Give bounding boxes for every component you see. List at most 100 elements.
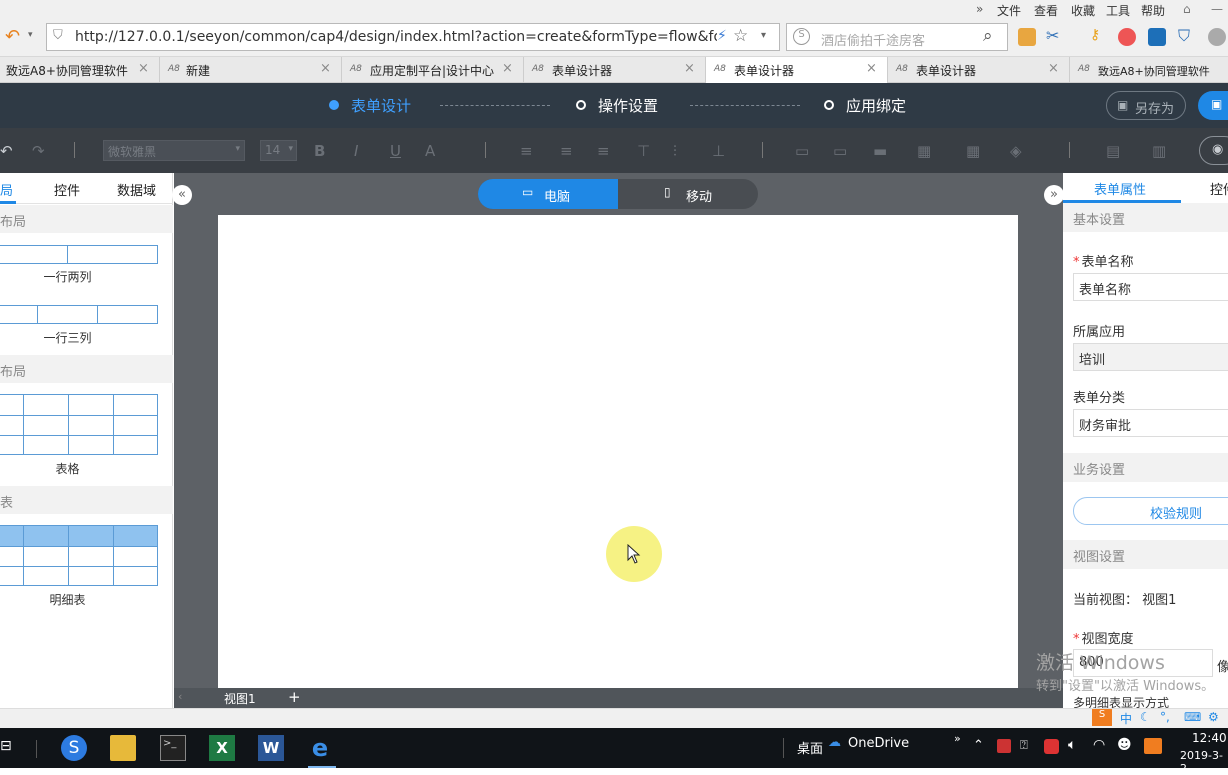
- tray-ime-icon[interactable]: [1144, 738, 1162, 754]
- menu-tools[interactable]: 工具: [1106, 2, 1130, 19]
- back-dropdown-icon[interactable]: ▾: [28, 30, 33, 40]
- clock-date[interactable]: 2019-3-2: [1180, 749, 1228, 775]
- underline-icon[interactable]: U: [390, 142, 401, 160]
- ime-keyboard-icon[interactable]: ⌨: [1184, 710, 1201, 724]
- step-app-binding[interactable]: 应用绑定: [824, 95, 906, 116]
- collapse-left-icon[interactable]: «: [172, 185, 192, 205]
- close-icon[interactable]: ×: [138, 61, 149, 76]
- step-operation-settings[interactable]: 操作设置: [576, 95, 658, 116]
- address-bar[interactable]: ⛉ http://127.0.0.1/seeyon/common/cap4/de…: [46, 23, 780, 51]
- clear-format-icon[interactable]: ◈: [1010, 142, 1022, 160]
- scroll-left-icon[interactable]: ‹: [178, 690, 182, 703]
- task-view-icon[interactable]: ⊟: [0, 738, 12, 754]
- valign-bottom-icon[interactable]: ⊥: [712, 142, 725, 160]
- add-view-icon[interactable]: +: [288, 688, 301, 706]
- font-color-icon[interactable]: A: [425, 142, 435, 160]
- search-engine-icon[interactable]: S: [793, 28, 810, 45]
- favorite-star-icon[interactable]: ☆: [733, 26, 748, 46]
- menu-help[interactable]: 帮助: [1141, 2, 1165, 19]
- form-name-input[interactable]: 表单名称: [1073, 273, 1228, 301]
- url-dropdown-icon[interactable]: ▾: [761, 30, 766, 41]
- minimize-icon[interactable]: —: [1211, 2, 1223, 16]
- clock-time[interactable]: 12:40: [1192, 731, 1227, 745]
- browser-tab[interactable]: 致远A8+协同管理软件 ×: [0, 57, 160, 83]
- shield-icon[interactable]: ⛉: [1178, 26, 1190, 46]
- onedrive-label[interactable]: OneDrive: [848, 736, 909, 751]
- layout-two-column-thumb[interactable]: [0, 245, 158, 264]
- skin-icon[interactable]: ⌂: [1183, 2, 1191, 16]
- view-tab[interactable]: 视图1: [224, 690, 256, 707]
- insert-column-icon[interactable]: ▥: [1152, 142, 1166, 160]
- menu-file[interactable]: 文件: [997, 2, 1021, 19]
- tab-controls[interactable]: 控件: [54, 180, 80, 199]
- save-button[interactable]: ▣: [1198, 91, 1228, 120]
- browser-tab[interactable]: A8 应用定制平台|设计中心 ×: [342, 57, 524, 83]
- user-icon[interactable]: [1208, 28, 1226, 46]
- wifi-icon[interactable]: ◠: [1093, 737, 1105, 753]
- tray-app-icon[interactable]: [997, 739, 1011, 753]
- layout-three-column-thumb[interactable]: [0, 305, 158, 324]
- font-family-select[interactable]: 微软雅黑 ▾: [103, 140, 245, 161]
- extension-icon[interactable]: [1018, 28, 1036, 46]
- toolbar-overflow-icon[interactable]: »: [954, 732, 961, 745]
- step-form-design[interactable]: 表单设计: [329, 95, 411, 116]
- align-right-icon[interactable]: ≡: [597, 142, 610, 160]
- menu-overflow-icon[interactable]: »: [976, 2, 983, 16]
- close-icon[interactable]: ×: [684, 61, 695, 76]
- italic-icon[interactable]: I: [354, 142, 358, 160]
- save-as-button[interactable]: ▣ 另存为: [1106, 91, 1186, 120]
- valign-top-icon[interactable]: ⊤: [637, 142, 650, 160]
- split-cells-icon[interactable]: ▭: [833, 142, 847, 160]
- valign-middle-icon[interactable]: ⫶: [673, 142, 677, 160]
- device-pc-button[interactable]: ▭ 电脑: [478, 179, 618, 209]
- app-store-icon[interactable]: [1148, 28, 1166, 46]
- browser-tab[interactable]: A8 表单设计器 ×: [524, 57, 706, 83]
- close-icon[interactable]: ×: [320, 61, 331, 76]
- layout-three-column-label[interactable]: 一行三列: [0, 329, 154, 346]
- show-hidden-icons[interactable]: ⌃: [973, 738, 984, 753]
- browser-tab[interactable]: A8 表单设计器 ×: [888, 57, 1070, 83]
- tray-security-icon[interactable]: [1044, 739, 1059, 754]
- speed-mode-icon[interactable]: ⚡: [717, 28, 727, 44]
- layout-table-thumb[interactable]: [0, 394, 158, 455]
- browser-tab[interactable]: A8 新建 ×: [160, 57, 342, 83]
- border-style-icon[interactable]: ▦: [966, 142, 980, 160]
- plugin-icon[interactable]: [1118, 28, 1136, 46]
- app-select[interactable]: 培训: [1073, 343, 1228, 371]
- file-explorer-icon[interactable]: [110, 735, 136, 761]
- device-mobile-button[interactable]: ▯ 移动: [618, 179, 758, 209]
- search-icon[interactable]: ⌕: [983, 26, 993, 46]
- tab-layout[interactable]: 局: [0, 180, 13, 199]
- layout-detail-table-thumb[interactable]: [0, 525, 158, 586]
- volume-icon[interactable]: 🔈︎: [1068, 737, 1076, 753]
- category-select[interactable]: 财务审批: [1073, 409, 1228, 437]
- align-left-icon[interactable]: ≡: [520, 142, 533, 160]
- browser-tab-active[interactable]: A8 表单设计器 ×: [706, 57, 888, 84]
- bold-icon[interactable]: B: [314, 142, 325, 160]
- font-size-select[interactable]: 14 ▾: [260, 140, 297, 161]
- ime-menu-icon[interactable]: ⚙: [1208, 710, 1219, 724]
- collapse-right-icon[interactable]: »: [1044, 185, 1064, 205]
- ime-logo-icon[interactable]: S: [1092, 709, 1112, 726]
- onedrive-icon[interactable]: ☁: [828, 735, 841, 750]
- browser-tab[interactable]: A8 致远A8+协同管理软件: [1070, 57, 1228, 83]
- close-icon[interactable]: ×: [502, 61, 513, 76]
- back-icon[interactable]: ↶: [5, 26, 20, 47]
- merge-cells-icon[interactable]: ▭: [795, 142, 809, 160]
- sogou-icon[interactable]: S: [61, 735, 87, 761]
- close-icon[interactable]: ×: [866, 61, 877, 76]
- ime-moon-icon[interactable]: ☾: [1140, 710, 1151, 724]
- tab-data-domain[interactable]: 数据域: [117, 180, 156, 199]
- menu-view[interactable]: 查看: [1034, 2, 1058, 19]
- tray-user-icon[interactable]: ☻: [1117, 737, 1132, 753]
- tray-notification-icon[interactable]: ⍰: [1020, 738, 1028, 753]
- undo-icon[interactable]: ↶: [0, 142, 13, 160]
- terminal-icon[interactable]: >_: [160, 735, 186, 761]
- screenshot-scissors-icon[interactable]: ✂: [1046, 26, 1059, 45]
- redo-icon[interactable]: ↷: [32, 142, 45, 160]
- tab-form-properties[interactable]: 表单属性: [1094, 179, 1146, 198]
- layout-two-column-label[interactable]: 一行两列: [0, 268, 154, 285]
- url-text[interactable]: http://127.0.0.1/seeyon/common/cap4/desi…: [75, 29, 717, 45]
- search-box[interactable]: S 酒店偷拍千途房客 ⌕: [786, 23, 1008, 51]
- ime-punct-icon[interactable]: °,: [1160, 710, 1170, 724]
